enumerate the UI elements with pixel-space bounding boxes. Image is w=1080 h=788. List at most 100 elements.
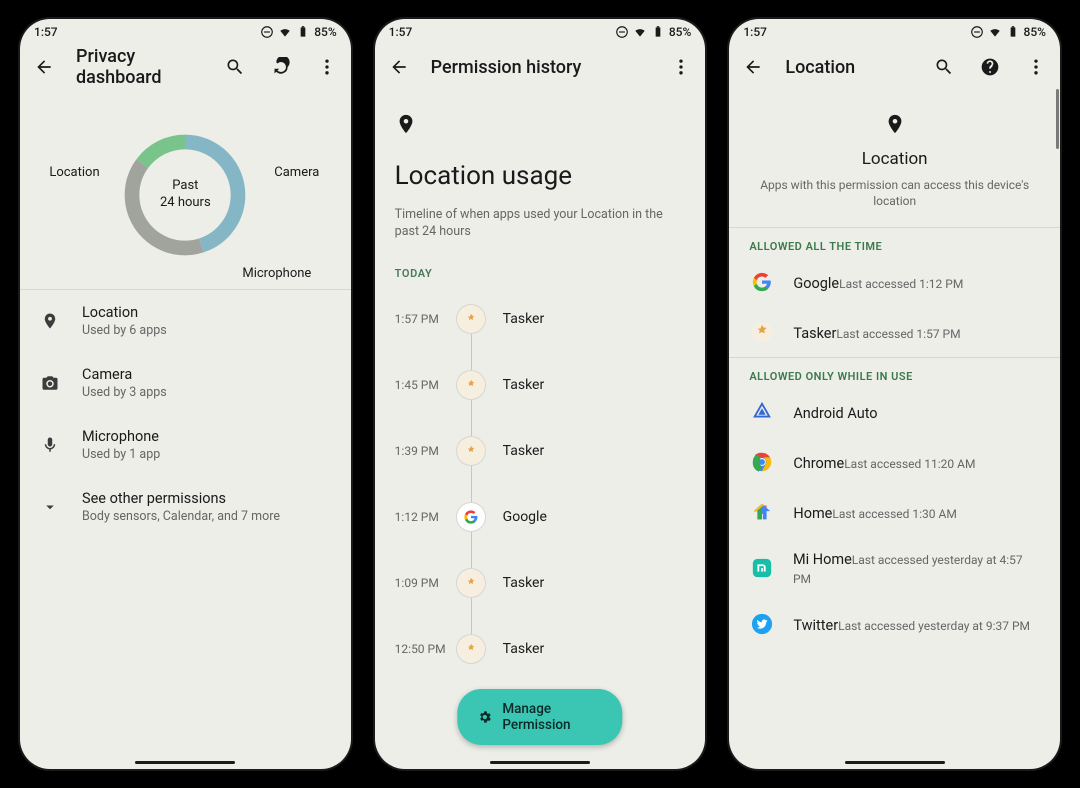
nav-bar[interactable] (729, 753, 1060, 769)
nav-bar[interactable] (20, 753, 351, 769)
wifi-icon (988, 25, 1002, 39)
app-name: Mi Home (793, 551, 852, 568)
battery-icon (296, 25, 310, 39)
wifi-icon (633, 25, 647, 39)
section-allowed-all: ALLOWED ALL THE TIME (729, 228, 1060, 257)
app-name: Twitter (793, 617, 838, 634)
page-title: Permission history (431, 57, 650, 78)
timeline-time: 1:39 PM (395, 444, 453, 458)
app-row[interactable]: TwitterLast accessed yesterday at 9:37 P… (729, 599, 1060, 649)
status-bar: 1:57 85% (729, 19, 1060, 45)
timeline-time: 12:50 PM (395, 642, 453, 656)
search-button[interactable] (221, 53, 249, 81)
refresh-button[interactable] (267, 53, 295, 81)
app-row[interactable]: HomeLast accessed 1:30 AM (729, 487, 1060, 537)
search-button[interactable] (930, 53, 958, 81)
permission-list: LocationUsed by 6 apps CameraUsed by 3 a… (20, 290, 351, 538)
phone-privacy-dashboard: 1:57 85% Privacy dashboard Past 24 hours… (20, 19, 351, 769)
battery-icon (651, 25, 665, 39)
app-icon (749, 555, 775, 581)
app-subtitle: Last accessed 1:30 AM (832, 507, 956, 521)
status-time: 1:57 (743, 25, 767, 39)
timeline-row[interactable]: 1:12 PMGoogle (395, 484, 686, 550)
app-row[interactable]: ChromeLast accessed 11:20 AM (729, 437, 1060, 487)
app-name: Tasker (793, 325, 836, 342)
app-row[interactable]: GoogleLast accessed 1:12 PM (729, 257, 1060, 307)
app-row[interactable]: Mi HomeLast accessed yesterday at 4:57 P… (729, 537, 1060, 599)
app-icon (457, 503, 485, 531)
row-other-permissions[interactable]: See other permissionsBody sensors, Calen… (20, 476, 351, 538)
manage-permission-label: Manage Permission (502, 701, 602, 733)
allowed-all-list: GoogleLast accessed 1:12 PMTaskerLast ac… (729, 257, 1060, 357)
battery-text: 85% (314, 25, 336, 39)
more-button[interactable] (1022, 53, 1050, 81)
back-button[interactable] (385, 53, 413, 81)
app-row[interactable]: TaskerLast accessed 1:57 PM (729, 307, 1060, 357)
row-location[interactable]: LocationUsed by 6 apps (20, 290, 351, 352)
back-button[interactable] (30, 53, 58, 81)
help-button[interactable] (976, 53, 1004, 81)
timeline-app-name: Tasker (503, 311, 545, 327)
location-icon (884, 113, 906, 135)
back-button[interactable] (739, 53, 767, 81)
timeline-row[interactable]: 12:50 PMTasker (395, 616, 686, 682)
timeline-row[interactable]: 1:45 PM Tasker (395, 352, 686, 418)
battery-text: 85% (1024, 25, 1046, 39)
location-icon (40, 312, 60, 330)
timeline-time: 1:09 PM (395, 576, 453, 590)
timeline-row[interactable]: 1:09 PM Tasker (395, 550, 686, 616)
phone-permission-history: 1:57 85% Permission history Location usa… (375, 19, 706, 769)
page-heading: Location usage (395, 161, 686, 191)
status-time: 1:57 (34, 25, 58, 39)
battery-icon (1006, 25, 1020, 39)
status-bar: 1:57 85% (375, 19, 706, 45)
donut-chart-area: Past 24 hours Location Camera Microphone (20, 89, 351, 289)
row-microphone[interactable]: MicrophoneUsed by 1 app (20, 414, 351, 476)
app-subtitle: Last accessed 1:57 PM (836, 327, 960, 341)
app-bar: Location (729, 45, 1060, 89)
app-icon (457, 305, 485, 333)
more-button[interactable] (667, 53, 695, 81)
app-name: Android Auto (793, 405, 877, 422)
timeline-row[interactable]: 1:39 PM Tasker (395, 418, 686, 484)
row-camera[interactable]: CameraUsed by 3 apps (20, 352, 351, 414)
timeline-time: 1:57 PM (395, 312, 453, 326)
page-subtitle: Apps with this permission can access thi… (749, 177, 1040, 209)
page-header: Location usage Timeline of when apps use… (375, 89, 706, 257)
app-icon (749, 319, 775, 345)
app-subtitle: Last accessed 1:12 PM (839, 277, 963, 291)
gear-icon (477, 708, 492, 726)
dnd-icon (260, 25, 274, 39)
scrollbar[interactable] (1056, 89, 1059, 149)
app-icon (457, 437, 485, 465)
donut-center-label: Past 24 hours (160, 178, 211, 212)
dnd-icon (615, 25, 629, 39)
timeline-app-name: Tasker (503, 377, 545, 393)
section-allowed-use: ALLOWED ONLY WHILE IN USE (729, 358, 1060, 387)
app-icon (457, 635, 485, 663)
timeline-app-name: Tasker (503, 443, 545, 459)
page-header: Location Apps with this permission can a… (729, 89, 1060, 227)
donut-label-microphone: Microphone (242, 266, 311, 281)
app-icon (457, 371, 485, 399)
timeline: 1:57 PMTasker1:45 PMTasker1:39 PMTasker1… (375, 286, 706, 682)
microphone-icon (40, 436, 60, 454)
more-button[interactable] (313, 53, 341, 81)
phone-location-permission: 1:57 85% Location Location Apps with thi… (729, 19, 1060, 769)
app-bar: Privacy dashboard (20, 45, 351, 89)
app-icon (457, 569, 485, 597)
timeline-time: 1:45 PM (395, 378, 453, 392)
donut-label-camera: Camera (274, 165, 319, 180)
nav-bar[interactable] (375, 753, 706, 769)
section-today: TODAY (375, 257, 706, 286)
manage-permission-button[interactable]: Manage Permission (457, 689, 622, 745)
location-icon (395, 120, 417, 139)
timeline-app-name: Google (503, 509, 547, 525)
app-subtitle: Last accessed 11:20 AM (844, 457, 975, 471)
timeline-row[interactable]: 1:57 PM Tasker (395, 286, 686, 352)
camera-icon (40, 374, 60, 392)
app-name: Chrome (793, 455, 844, 472)
app-icon (749, 611, 775, 637)
app-row[interactable]: Android Auto (729, 387, 1060, 437)
timeline-app-name: Tasker (503, 575, 545, 591)
